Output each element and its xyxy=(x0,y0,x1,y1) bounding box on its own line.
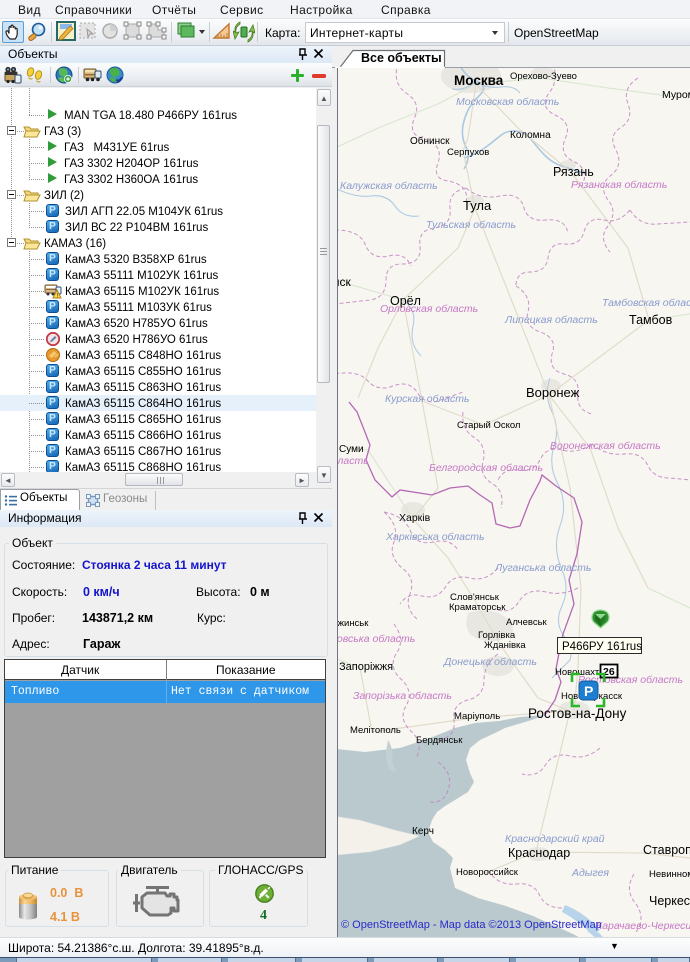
svg-text:Воронеж: Воронеж xyxy=(526,385,580,400)
svg-text:Ставрополь: Ставрополь xyxy=(643,843,690,857)
svg-text:Тамбов: Тамбов xyxy=(629,313,673,327)
svg-text:Невинномысск: Невинномысск xyxy=(649,869,690,880)
svg-text:Белгородская область: Белгородская область xyxy=(429,462,543,474)
svg-text:Воронежская область: Воронежская область xyxy=(550,440,661,452)
svg-text:Р466РУ 161rus: Р466РУ 161rus xyxy=(562,641,642,653)
svg-text:Жданівка: Жданівка xyxy=(484,640,526,651)
svg-text:Москва: Москва xyxy=(454,73,504,88)
svg-text:Московская область: Московская область xyxy=(456,96,559,108)
svg-text:Тульская область: Тульская область xyxy=(426,219,516,231)
svg-text:Серпухов: Серпухов xyxy=(447,147,489,158)
svg-text:Курская область: Курская область xyxy=(385,393,470,405)
svg-text:Харків: Харків xyxy=(399,512,431,524)
svg-text:Дніпропетровська область: Дніпропетровська область xyxy=(338,633,415,645)
svg-text:Орёл: Орёл xyxy=(390,294,421,308)
svg-text:Краматорськ: Краматорськ xyxy=(449,602,506,613)
svg-text:Алчевськ: Алчевськ xyxy=(506,617,548,628)
svg-text:Обнинск: Обнинск xyxy=(410,135,450,147)
svg-text:Маріуполь: Маріуполь xyxy=(454,711,500,722)
svg-text:Орехово-Зуево: Орехово-Зуево xyxy=(510,71,577,82)
svg-text:P: P xyxy=(584,683,593,699)
svg-text:Суми: Суми xyxy=(339,444,364,455)
svg-text:Тамбовская область: Тамбовская область xyxy=(602,297,690,309)
svg-text:© OpenStreetMap - Map data ©20: © OpenStreetMap - Map data ©2013 OpenStr… xyxy=(341,919,602,931)
svg-text:область: область xyxy=(338,455,369,467)
svg-text:Рязанская область: Рязанская область xyxy=(571,179,667,191)
svg-text:Ростов-на-Дону: Ростов-на-Дону xyxy=(528,706,627,721)
svg-text:Мелітополь: Мелітополь xyxy=(350,725,401,736)
svg-text:Краснодарский край: Краснодарский край xyxy=(505,833,605,845)
svg-text:Запоріжжя: Запоріжжя xyxy=(339,661,393,673)
svg-text:Коломна: Коломна xyxy=(510,130,551,141)
svg-text:Новороссийск: Новороссийск xyxy=(456,867,519,878)
svg-text:Муром: Муром xyxy=(662,89,690,101)
svg-text:Черкесск: Черкесск xyxy=(649,894,690,908)
svg-text:Карачаево-Черкеси: Карачаево-Черкеси xyxy=(596,920,690,932)
svg-text:Тула: Тула xyxy=(463,198,492,213)
svg-text:Керч: Керч xyxy=(412,826,434,837)
svg-text:Брянск: Брянск xyxy=(338,275,352,289)
svg-text:Запорізька область: Запорізька область xyxy=(353,690,452,702)
svg-text:Старый Оскол: Старый Оскол xyxy=(457,420,520,431)
svg-text:Адыгея: Адыгея xyxy=(571,867,609,879)
svg-text:Рязань: Рязань xyxy=(553,165,594,179)
svg-text:Харківська область: Харківська область xyxy=(385,531,485,543)
svg-text:Дніпродзержинськ: Дніпродзержинськ xyxy=(338,618,369,629)
svg-text:Бердянськ: Бердянськ xyxy=(416,735,463,746)
svg-text:Калужская область: Калужская область xyxy=(340,180,438,192)
svg-text:Донецька область: Донецька область xyxy=(443,656,537,668)
svg-text:Липецкая область: Липецкая область xyxy=(504,314,598,326)
svg-text:Краснодар: Краснодар xyxy=(508,846,570,860)
svg-text:Луганська область: Луганська область xyxy=(494,562,591,574)
